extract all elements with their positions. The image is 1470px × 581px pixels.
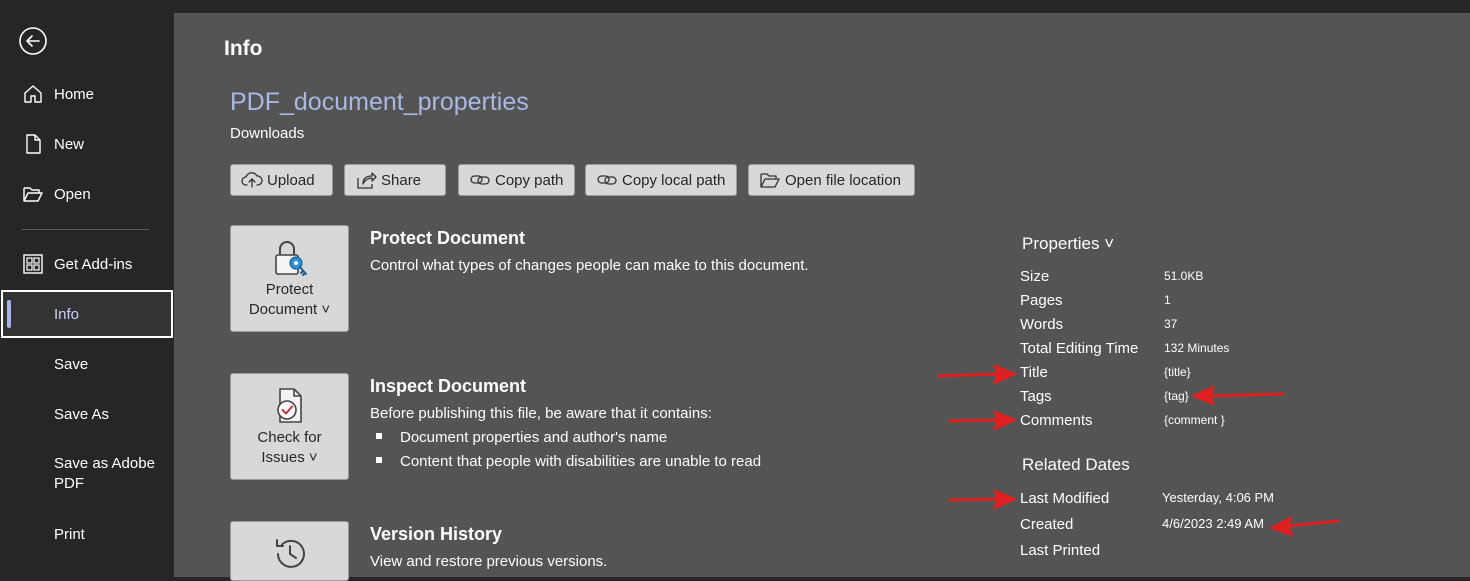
inspect-document-title: Inspect Document [370, 376, 527, 396]
list-item: Document properties and author's name [376, 429, 667, 446]
bullet-square [376, 457, 382, 464]
lock-key-icon [275, 241, 307, 276]
sidebar-item-info[interactable]: Info [1, 290, 173, 338]
share-icon [355, 169, 377, 191]
property-value-comments[interactable]: {comment } [1164, 413, 1225, 427]
protect-document-description: Control what types of changes people can… [370, 257, 809, 274]
folder-open-icon [22, 183, 44, 205]
date-value-created: 4/6/2023 2:49 AM [1162, 516, 1264, 531]
sidebar-item-label: Open [54, 185, 91, 203]
date-label-created: Created [1020, 516, 1074, 533]
link-icon [596, 169, 618, 191]
property-label-size: Size [1020, 268, 1050, 285]
inspect-document-icon [277, 388, 302, 423]
sidebar-divider [22, 229, 149, 230]
title-bar-strip [0, 0, 1470, 13]
back-arrow-icon [19, 27, 47, 55]
date-label-last-printed: Last Printed [1020, 542, 1101, 559]
check-for-issues-button-label: Check for Issues ˅ [257, 429, 322, 466]
copy-local-path-button[interactable]: Copy local path [585, 164, 737, 196]
list-item: Content that people with disabilities ar… [376, 453, 761, 470]
grid-icon [22, 253, 44, 275]
sidebar-item-save[interactable]: Save [0, 340, 174, 388]
history-clock-icon [276, 539, 305, 568]
date-label-last-modified: Last Modified [1020, 490, 1110, 507]
share-label: Share [381, 171, 422, 189]
property-value-size: 51.0KB [1164, 269, 1204, 283]
property-value-tags[interactable]: {tag} [1164, 389, 1189, 403]
new-document-icon [22, 133, 44, 155]
open-file-location-button[interactable]: Open file location [748, 164, 915, 196]
sidebar-item-label: New [54, 135, 85, 153]
backstage-sidebar: Home New Open Get Add-ins Info Save Save… [0, 0, 174, 577]
sidebar-item-label: Info [54, 305, 80, 323]
properties-dropdown[interactable]: Properties ˅ [1022, 234, 1114, 254]
sidebar-item-open[interactable]: Open [0, 170, 174, 218]
property-label-title: Title [1020, 364, 1048, 381]
copy-local-path-label: Copy local path [622, 171, 726, 189]
sidebar-item-home[interactable]: Home [0, 70, 174, 118]
sidebar-item-label: Save as Adobe PDF [54, 455, 155, 492]
document-location[interactable]: Downloads [230, 125, 304, 142]
bullet-square [376, 433, 382, 440]
open-file-location-label: Open file location [785, 171, 901, 189]
link-icon [469, 169, 491, 191]
sidebar-item-label: Home [54, 85, 95, 103]
date-value-last-modified: Yesterday, 4:06 PM [1162, 490, 1275, 505]
property-value-title[interactable]: {title} [1164, 365, 1191, 379]
property-value-pages: 1 [1164, 293, 1171, 307]
property-label-tags: Tags [1020, 388, 1052, 405]
protect-document-title: Protect Document [370, 228, 526, 248]
sidebar-item-label: Print [54, 525, 85, 543]
check-for-issues-button[interactable]: Check for Issues ˅ [230, 373, 349, 480]
sidebar-item-new[interactable]: New [0, 120, 174, 168]
sidebar-item-save-as[interactable]: Save As [0, 390, 174, 438]
copy-path-button[interactable]: Copy path [458, 164, 575, 196]
property-value-words: 37 [1164, 317, 1178, 331]
property-label-pages: Pages [1020, 292, 1063, 309]
version-history-description: View and restore previous versions. [370, 553, 608, 570]
document-name: PDF_document_properties [230, 88, 529, 116]
version-history-button[interactable] [230, 521, 349, 581]
copy-path-label: Copy path [495, 171, 564, 189]
property-value-total-editing-time: 132 Minutes [1164, 341, 1230, 355]
sidebar-item-label: Save [54, 355, 89, 373]
inspect-document-description: Before publishing this file, be aware th… [370, 405, 712, 422]
sidebar-item-print[interactable]: Print [0, 510, 174, 558]
upload-cloud-icon [241, 169, 263, 191]
protect-document-button-label: Protect Document ˅ [248, 281, 331, 318]
home-icon [22, 83, 44, 105]
folder-open-icon [759, 169, 781, 191]
property-label-total-editing-time: Total Editing Time [1020, 340, 1139, 357]
protect-document-button[interactable]: Protect Document ˅ [230, 225, 349, 332]
page-title: Info [224, 37, 263, 60]
version-history-title: Version History [370, 524, 503, 544]
related-dates-heading: Related Dates [1022, 455, 1130, 474]
sidebar-item-label: Save As [54, 405, 110, 423]
upload-button[interactable]: Upload [230, 164, 333, 196]
sidebar-item-save-as-adobe-pdf[interactable]: Save as Adobe PDF [0, 450, 174, 498]
sidebar-item-label: Get Add-ins [54, 255, 133, 273]
property-label-words: Words [1020, 316, 1064, 333]
share-button[interactable]: Share [344, 164, 446, 196]
property-label-comments: Comments [1020, 412, 1093, 429]
upload-label: Upload [267, 171, 315, 189]
sidebar-item-get-add-ins[interactable]: Get Add-ins [0, 240, 174, 288]
back-button[interactable] [18, 26, 48, 56]
